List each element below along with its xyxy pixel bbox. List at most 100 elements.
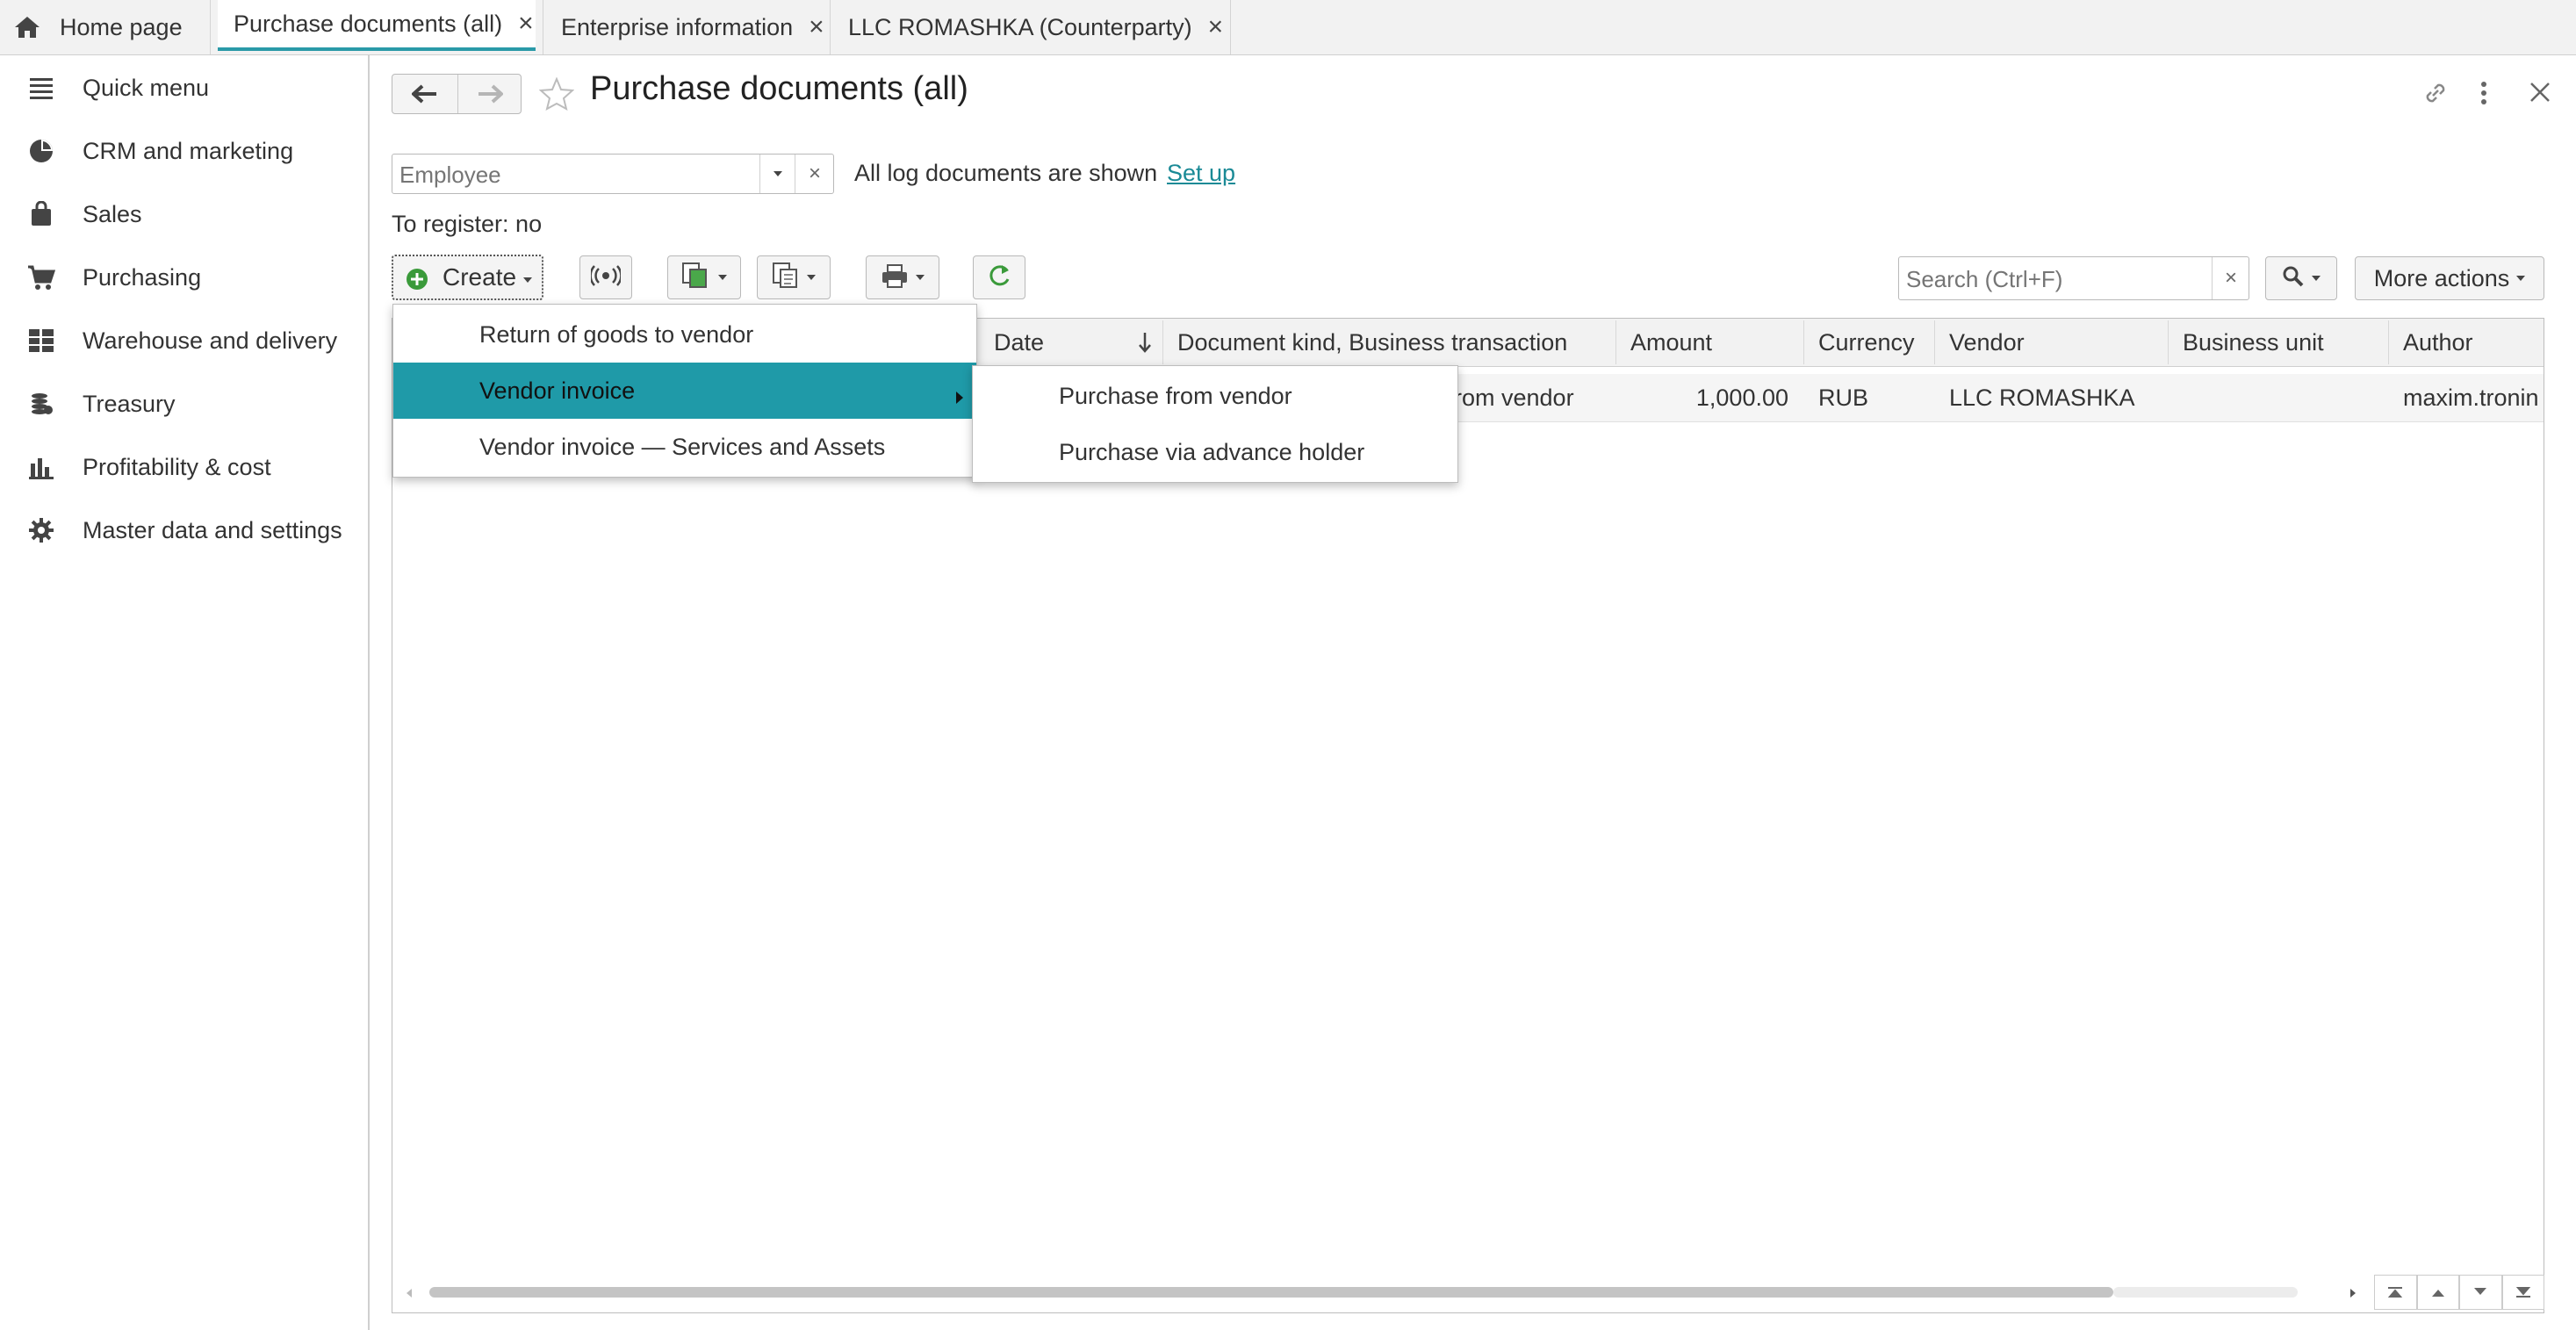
chevron-down-icon [916,275,925,280]
close-icon[interactable]: × [809,12,824,42]
tab-enterprise-information[interactable]: Enterprise information × [543,0,831,54]
tab-counterparty[interactable]: LLC ROMASHKA (Counterparty) × [831,0,1231,54]
sidebar-item-label: Warehouse and delivery [83,327,338,354]
star-icon[interactable] [538,76,575,115]
menu-item-return-of-goods[interactable]: Return of goods to vendor [393,306,976,363]
next-row-icon[interactable] [2459,1275,2502,1310]
forward-arrow-icon[interactable] [457,75,522,113]
scroll-right-icon[interactable] [2349,1287,2357,1303]
sidebar-item-warehouse[interactable]: Warehouse and delivery [0,314,367,367]
more-actions-label: More actions [2373,264,2510,291]
tab-purchase-documents[interactable]: Purchase documents (all) × [218,0,536,51]
chevron-down-icon[interactable] [759,155,795,193]
related-documents-button[interactable] [757,255,831,299]
sidebar-item-treasury[interactable]: Treasury [0,377,367,430]
sidebar-item-label: CRM and marketing [83,137,294,164]
sidebar-item-purchasing[interactable]: Purchasing [0,251,367,304]
chevron-down-icon [718,275,727,280]
coins-icon [26,389,56,419]
sidebar-item-master-data[interactable]: Master data and settings [0,504,367,557]
last-row-icon[interactable] [2501,1275,2544,1310]
clear-icon[interactable]: × [2212,257,2249,299]
page-title: Purchase documents (all) [590,70,968,107]
search-input[interactable] [1904,262,2206,296]
scroll-left-icon[interactable] [405,1287,414,1303]
more-vertical-icon[interactable] [2479,81,2488,110]
tab-label: Enterprise information [561,13,794,40]
tab-label: Purchase documents (all) [234,10,503,37]
nav-buttons [392,74,522,114]
previous-row-icon[interactable] [2416,1275,2459,1310]
home-icon [14,16,40,45]
menu-item-vendor-invoice-services[interactable]: Vendor invoice — Services and Assets [393,419,976,475]
scrollbar-thumb[interactable] [429,1287,2113,1298]
print-button[interactable] [866,255,939,299]
row-currency: RUB [1818,384,1869,411]
chevron-down-icon [523,277,532,283]
exchange-button[interactable] [579,255,632,299]
create-based-on-button[interactable] [667,255,741,299]
column-header-vendor[interactable]: Vendor [1935,320,2169,364]
tab-bar: Home page Purchase documents (all) × Ent… [0,0,2576,55]
sidebar-item-label: Purchasing [83,263,202,291]
documents-icon [681,262,711,294]
create-button[interactable]: Create [392,255,543,300]
close-icon[interactable]: × [518,9,534,39]
sidebar-item-sales[interactable]: Sales [0,188,367,241]
employee-filter: × [392,154,834,194]
chevron-down-icon [2312,276,2321,281]
back-arrow-icon[interactable] [392,75,458,113]
cart-icon [26,262,56,292]
sidebar-item-label: Master data and settings [83,516,342,543]
horizontal-scrollbar[interactable] [392,1275,2368,1310]
sidebar-item-label: Profitability & cost [83,453,271,480]
close-icon[interactable]: × [1208,12,1224,42]
column-header-date[interactable]: Date [980,320,1163,364]
first-row-icon[interactable] [2374,1275,2417,1310]
link-icon[interactable] [2421,79,2450,111]
column-header-author[interactable]: Author [2389,320,2544,364]
search-icon [2282,265,2305,292]
menu-item-label: Vendor invoice [479,377,636,404]
tab-home[interactable]: Home page [0,0,211,54]
clear-icon[interactable]: × [795,155,834,193]
setup-link[interactable]: Set up [1167,160,1235,187]
menu-item-purchase-via-advance-holder[interactable]: Purchase via advance holder [973,424,1457,480]
create-label: Create [443,263,517,291]
plus-circle-icon [406,268,428,295]
row-navigation [2374,1275,2544,1310]
shopping-bag-icon [26,199,56,229]
refresh-icon [986,262,1012,293]
gear-icon [26,515,56,545]
sidebar-item-label: Treasury [83,390,176,417]
sort-down-icon [1138,331,1152,360]
to-register-label: To register: no [392,211,543,237]
refresh-button[interactable] [973,255,1025,299]
menu-item-vendor-invoice[interactable]: Vendor invoice [393,363,976,419]
sidebar-item-quick-menu[interactable]: Quick menu [0,61,367,114]
column-header-amount[interactable]: Amount [1616,320,1804,364]
column-header-document-kind[interactable]: Document kind, Business transaction [1163,320,1616,364]
column-header-business-unit[interactable]: Business unit [2169,320,2389,364]
employee-input[interactable] [398,158,752,191]
bar-chart-icon [26,452,56,482]
menu-item-purchase-from-vendor[interactable]: Purchase from vendor [973,368,1457,424]
close-icon[interactable] [2529,81,2551,108]
column-label: Date [994,328,1045,356]
tab-label: Home page [60,13,183,40]
sidebar-item-label: Quick menu [83,74,210,101]
row-author: maxim.tronin [2403,384,2539,411]
search-options-button[interactable] [2265,256,2337,300]
row-amount: 1,000.00 [1695,384,1788,411]
printer-icon [881,263,909,292]
row-vendor: LLC ROMASHKA [1949,384,2135,411]
sidebar-item-profitability[interactable]: Profitability & cost [0,441,367,493]
chevron-down-icon [807,275,816,280]
chevron-down-icon [2516,276,2526,281]
create-menu: Return of goods to vendor Vendor invoice… [392,304,977,478]
row-document-kind: rom vendor [1454,384,1574,411]
sidebar-item-crm[interactable]: CRM and marketing [0,125,367,177]
column-header-currency[interactable]: Currency [1804,320,1935,364]
more-actions-button[interactable]: More actions [2355,256,2544,300]
grid-icon [26,326,56,356]
